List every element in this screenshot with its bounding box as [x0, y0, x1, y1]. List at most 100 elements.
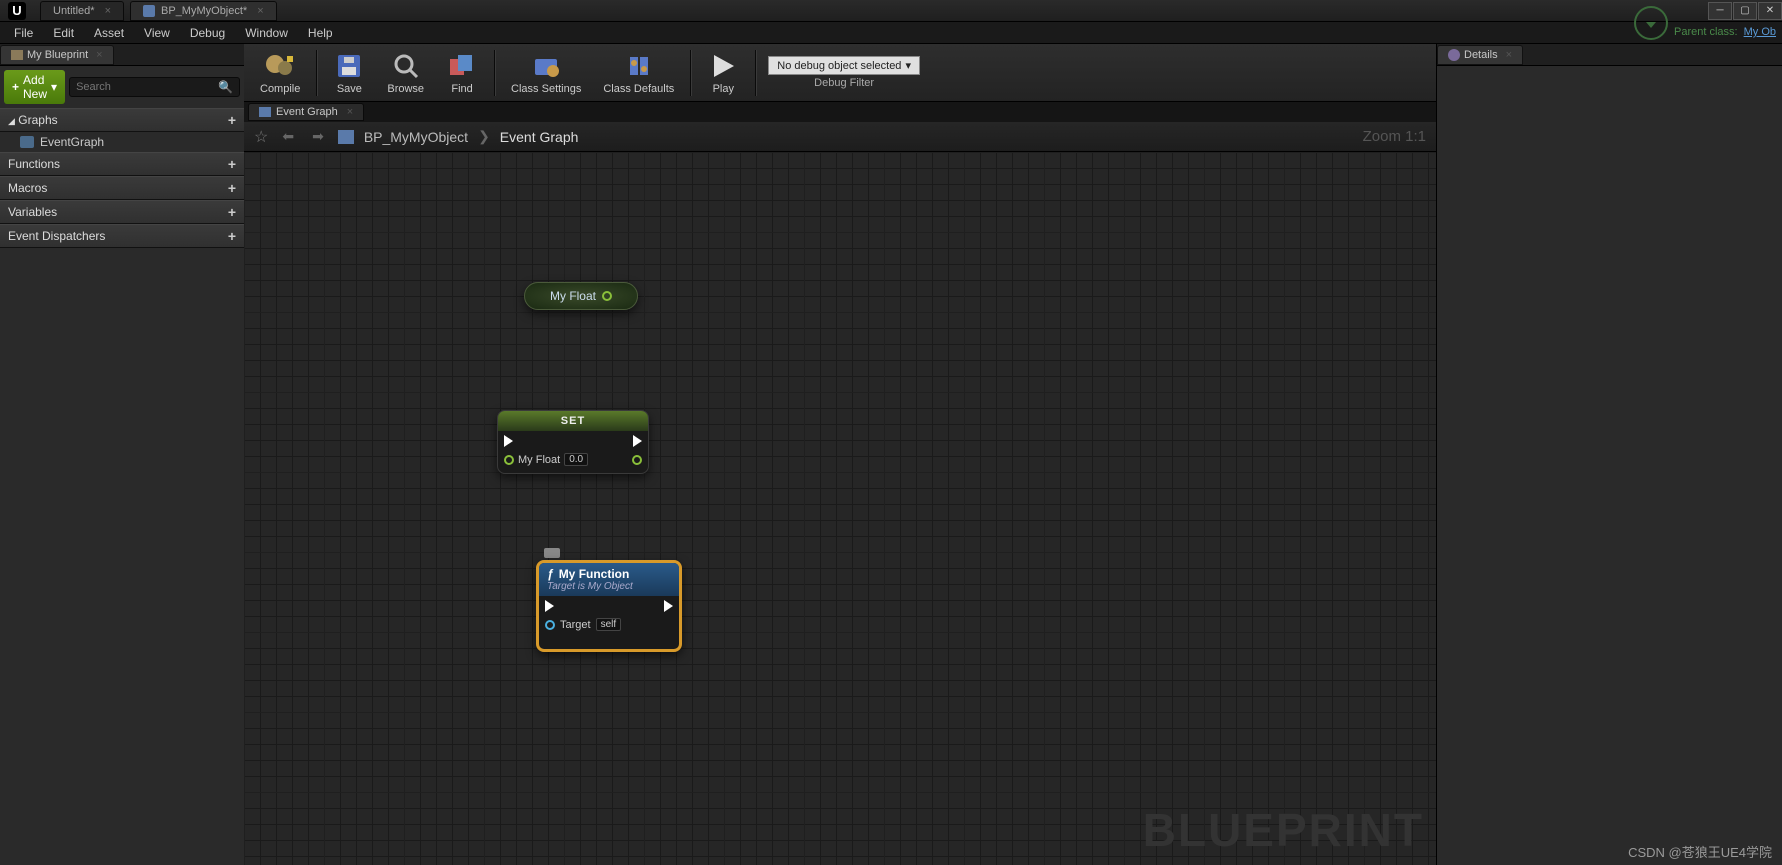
section-functions[interactable]: Functions + [0, 152, 244, 176]
nav-forward-button[interactable]: ➡ [308, 126, 328, 147]
close-icon[interactable]: × [1506, 49, 1512, 61]
play-icon [707, 51, 739, 81]
output-pin[interactable] [602, 291, 612, 301]
tab-text: My Blueprint [27, 49, 88, 61]
search-icon: 🔍 [218, 80, 233, 94]
search-input[interactable] [76, 81, 218, 93]
title-tab-bp[interactable]: BP_MyMyObject* × [130, 1, 277, 21]
browse-icon [390, 51, 422, 81]
target-pin[interactable] [545, 620, 555, 630]
add-label: Add New [23, 73, 47, 101]
breadcrumb-bar: ☆ ⬅ ➡ BP_MyMyObject ❯ Event Graph Zoom 1… [244, 122, 1436, 152]
value-input[interactable]: 0.0 [564, 453, 588, 466]
menu-window[interactable]: Window [235, 23, 298, 43]
menu-view[interactable]: View [134, 23, 180, 43]
play-button[interactable]: Play [697, 49, 749, 97]
unreal-logo-icon: U [8, 2, 26, 20]
combo-label: No debug object selected [777, 60, 901, 72]
btn-label: Compile [260, 83, 300, 95]
section-label: Variables [8, 205, 57, 219]
section-graphs[interactable]: ◢ Graphs + [0, 108, 244, 132]
search-box[interactable]: 🔍 [69, 77, 240, 97]
exec-in-pin[interactable] [545, 600, 554, 612]
breadcrumb-root[interactable]: BP_MyMyObject [364, 129, 468, 145]
find-button[interactable]: Find [436, 49, 488, 97]
add-search-row: + Add New ▾ 🔍 👁 ▾ [0, 66, 244, 108]
nav-back-button[interactable]: ⬅ [278, 126, 298, 147]
settings-icon [530, 51, 562, 81]
exec-out-pin[interactable] [664, 600, 673, 612]
details-icon [1448, 49, 1460, 61]
my-blueprint-tab[interactable]: My Blueprint × [0, 45, 114, 65]
save-button[interactable]: Save [323, 49, 375, 97]
node-label: My Float [550, 289, 596, 303]
close-button[interactable]: ✕ [1758, 2, 1782, 20]
class-settings-button[interactable]: Class Settings [501, 49, 591, 97]
plus-icon[interactable]: + [228, 156, 236, 172]
debug-filter-label: Debug Filter [814, 77, 874, 89]
class-defaults-button[interactable]: Class Defaults [593, 49, 684, 97]
graph-tab-eventgraph[interactable]: Event Graph × [248, 103, 364, 121]
output-pin[interactable] [632, 455, 642, 465]
graph-canvas[interactable]: BLUEPRINT My Float SET My Fl [244, 152, 1436, 865]
browse-button[interactable]: Browse [377, 49, 434, 97]
menu-debug[interactable]: Debug [180, 23, 235, 43]
plus-icon[interactable]: + [228, 204, 236, 220]
blueprint-icon [143, 5, 155, 17]
comment-bubble-icon[interactable] [544, 548, 560, 558]
graph-icon [338, 130, 354, 144]
tab-text: Details [1464, 49, 1498, 61]
exec-in-pin[interactable] [504, 435, 513, 447]
book-icon [11, 50, 23, 60]
section-variables[interactable]: Variables + [0, 200, 244, 224]
plus-icon[interactable]: + [228, 228, 236, 244]
exec-out-pin[interactable] [633, 435, 642, 447]
plus-icon[interactable]: + [228, 112, 236, 128]
section-dispatchers[interactable]: Event Dispatchers + [0, 224, 244, 248]
close-icon[interactable]: × [96, 49, 102, 61]
defaults-icon [623, 51, 655, 81]
title-tab-untitled[interactable]: Untitled* × [40, 1, 124, 21]
breadcrumb-leaf[interactable]: Event Graph [500, 129, 579, 145]
close-icon[interactable]: × [347, 106, 353, 118]
graph-item-eventgraph[interactable]: EventGraph [0, 132, 244, 152]
section-macros[interactable]: Macros + [0, 176, 244, 200]
node-function-myfunction[interactable]: ƒMy Function Target is My Object Target … [536, 560, 682, 652]
close-icon[interactable]: × [257, 5, 263, 17]
menu-file[interactable]: File [4, 23, 43, 43]
plus-icon: + [12, 80, 19, 94]
close-icon[interactable]: × [105, 5, 111, 17]
add-new-button[interactable]: + Add New ▾ [4, 70, 65, 104]
btn-label: Class Defaults [603, 83, 674, 95]
menu-edit[interactable]: Edit [43, 23, 84, 43]
node-get-myfloat[interactable]: My Float [524, 282, 638, 310]
btn-label: Class Settings [511, 83, 581, 95]
plus-icon[interactable]: + [228, 180, 236, 196]
tab-label: Untitled* [53, 5, 95, 17]
debug-object-dropdown[interactable]: No debug object selected ▾ [768, 56, 920, 75]
btn-label: Play [713, 83, 734, 95]
menu-asset[interactable]: Asset [84, 23, 134, 43]
compile-button[interactable]: Compile [250, 49, 310, 97]
chevron-right-icon: ❯ [478, 128, 490, 145]
details-panel: Details × [1436, 44, 1782, 865]
blueprint-watermark: BLUEPRINT [1143, 803, 1424, 857]
details-tab[interactable]: Details × [1437, 45, 1523, 65]
graph-icon [20, 136, 34, 148]
graph-icon [259, 107, 271, 117]
menu-help[interactable]: Help [298, 23, 343, 43]
maximize-button[interactable]: ▢ [1733, 2, 1757, 20]
section-label: Functions [8, 157, 60, 171]
my-blueprint-panel: My Blueprint × + Add New ▾ 🔍 👁 ▾ ◢ Graph… [0, 44, 244, 865]
input-pin[interactable] [504, 455, 514, 465]
titlebar: U Untitled* × BP_MyMyObject* × ─ ▢ ✕ [0, 0, 1782, 22]
minimize-button[interactable]: ─ [1708, 2, 1732, 20]
parent-class-link[interactable]: My Ob [1744, 26, 1776, 38]
node-set-myfloat[interactable]: SET My Float 0.0 [497, 410, 649, 474]
target-value[interactable]: self [596, 618, 622, 631]
section-label: Graphs [18, 113, 57, 127]
compile-status-icon [1634, 6, 1668, 40]
section-label: Event Dispatchers [8, 229, 105, 243]
compile-icon [264, 51, 296, 81]
favorite-icon[interactable]: ☆ [254, 127, 268, 147]
